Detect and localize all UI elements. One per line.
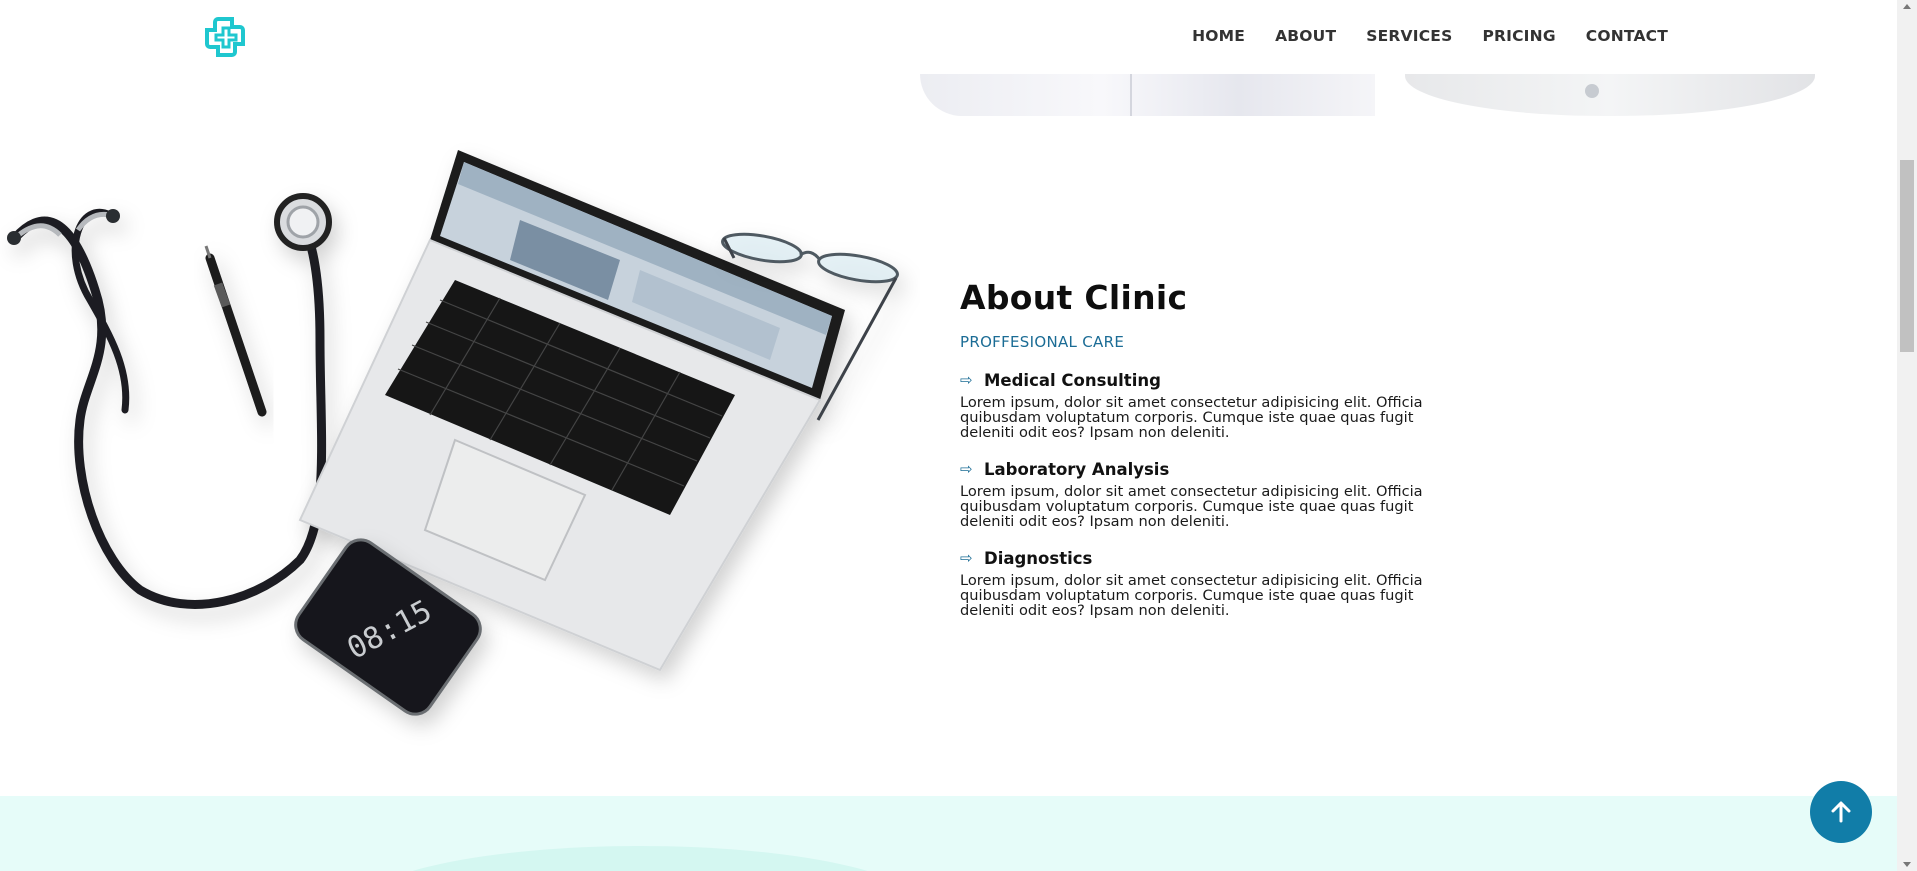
clinic-photo-crop xyxy=(1405,74,1815,116)
nav-services[interactable]: SERVICES xyxy=(1366,27,1452,45)
scrollbar-thumb[interactable] xyxy=(1900,160,1914,352)
page-scrollbar[interactable] xyxy=(1897,0,1917,871)
scroll-down-arrow-icon[interactable] xyxy=(1903,862,1911,867)
nav-pricing[interactable]: PRICING xyxy=(1482,27,1555,45)
scroll-up-arrow-icon[interactable] xyxy=(1903,4,1911,9)
arrow-right-icon: ⇨ xyxy=(960,371,973,389)
medical-cross-logo-icon[interactable] xyxy=(204,16,246,58)
feature-description: Lorem ipsum, dolor sit amet consectetur … xyxy=(960,394,1423,441)
arrow-right-icon: ⇨ xyxy=(960,460,973,478)
next-section-band xyxy=(0,796,1897,871)
about-title: About Clinic xyxy=(960,278,1188,317)
feature-title: Diagnostics xyxy=(984,549,1093,568)
site-header: HOME ABOUT SERVICES PRICING CONTACT xyxy=(0,0,1897,74)
doctor-photo-crop xyxy=(920,74,1375,116)
feature-title: Laboratory Analysis xyxy=(984,460,1170,479)
pen-icon xyxy=(204,245,267,417)
feature-description: Lorem ipsum, dolor sit amet consectetur … xyxy=(960,572,1423,619)
stethoscope-icon xyxy=(7,193,332,609)
scroll-to-top-button[interactable] xyxy=(1810,781,1872,843)
main-nav: HOME ABOUT SERVICES PRICING CONTACT xyxy=(1192,27,1668,45)
medical-desk-illustration: 08:15 xyxy=(7,150,899,716)
arrow-up-icon xyxy=(1831,801,1851,823)
nav-home[interactable]: HOME xyxy=(1192,27,1245,45)
feature-description: Lorem ipsum, dolor sit amet consectetur … xyxy=(960,483,1423,530)
about-subtitle: PROFFESIONAL CARE xyxy=(960,333,1125,351)
nav-about[interactable]: ABOUT xyxy=(1275,27,1336,45)
about-section: About Clinic PROFFESIONAL CARE ⇨ Medical… xyxy=(960,278,1440,618)
feature-item: ⇨ Medical Consulting Lorem ipsum, dolor … xyxy=(960,371,1440,440)
feature-title: Medical Consulting xyxy=(984,371,1161,390)
feature-item: ⇨ Laboratory Analysis Lorem ipsum, dolor… xyxy=(960,460,1440,529)
nav-contact[interactable]: CONTACT xyxy=(1586,27,1668,45)
feature-item: ⇨ Diagnostics Lorem ipsum, dolor sit ame… xyxy=(960,549,1440,618)
arrow-right-icon: ⇨ xyxy=(960,549,973,567)
